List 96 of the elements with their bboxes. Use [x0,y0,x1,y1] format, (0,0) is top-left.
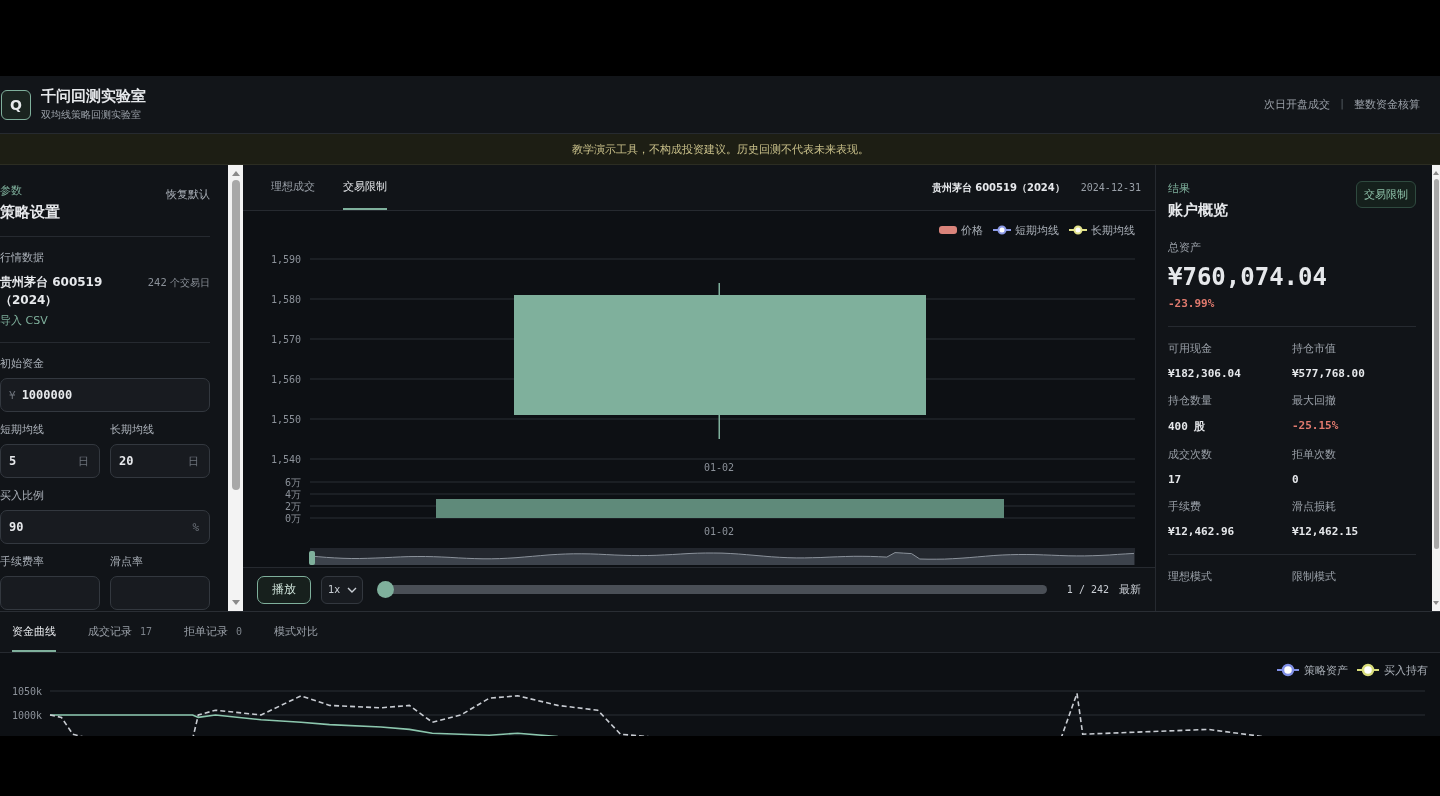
stat-label: 手续费 [1168,499,1202,514]
position-counter: 1 / 242 [1066,584,1109,595]
field-label: 手续费率 [0,554,45,569]
dataset-name: 贵州茅台 600519（2024） [0,274,104,309]
field-label: 初始资金 [0,356,45,371]
legend-line-icon[interactable] [1069,225,1087,235]
field-label: 滑点率 [110,554,144,569]
tab[interactable]: 模式对比 [274,612,319,652]
axis-tick-label: 1,560 [270,374,301,385]
axis-tick-label: 6万 [284,477,301,488]
axis-tick-label: 1,550 [270,414,301,425]
panel-title: 策略设置 [0,203,60,222]
stat-value: 0 [1292,473,1300,486]
caret-icon [347,586,357,593]
mode-heading: 理想模式 [1168,569,1213,584]
axis-tick-label: 1,580 [270,294,301,305]
latest-button[interactable]: 最新 [1119,582,1141,597]
legend-label[interactable]: 价格 [961,222,983,238]
input-field[interactable] [0,576,100,610]
legend-label[interactable]: 买入持有 [1384,662,1428,678]
input-field[interactable]: 5 日 [0,444,100,478]
legend-label[interactable]: 长期均线 [1091,222,1135,238]
arrow-down-icon[interactable] [1433,601,1439,606]
timeline-slider-thumb[interactable] [377,581,394,598]
return-percent: -23.99% [1168,297,1216,310]
speed-select[interactable]: 1x [321,575,363,604]
stat-value: ¥12,462.96 [1168,525,1236,538]
stat-value: ¥12,462.15 [1292,525,1360,538]
arrow-up-icon[interactable] [1433,170,1439,175]
stat-value: 400 股 [1168,419,1207,434]
tab[interactable]: 成交记录 17 [88,612,153,652]
total-assets-value: ¥760,074.04 [1168,263,1328,291]
legend-line-icon[interactable] [993,225,1011,235]
scrollbar[interactable] [228,165,243,611]
stat-label: 总资产 [1168,240,1202,255]
field-label: 长期均线 [110,422,155,437]
mode-heading: 限制模式 [1292,569,1337,584]
tab[interactable]: 交易限制 [343,165,387,210]
app-title: 千问回测实验室 [41,87,146,106]
section-label: 参数 [0,183,23,198]
logo-badge: Q [1,89,31,120]
stat-value: 17 [1168,473,1183,486]
panel-title: 账户概览 [1168,201,1228,220]
axis-tick-label: 1,540 [270,454,301,465]
stat-label: 可用现金 [1168,341,1213,356]
legend-line-icon[interactable] [1356,663,1380,677]
stat-label: 持仓数量 [1168,393,1213,408]
legend-swatch-icon[interactable] [939,225,957,235]
header-option: 次日开盘成交 [1264,97,1331,112]
arrow-down-icon[interactable] [231,600,240,606]
date-label: 2024-12-31 [1080,182,1141,193]
axis-tick-label: 1000k [11,710,42,721]
input-field[interactable]: 90 % [0,510,210,544]
axis-tick-label: 01-02 [703,526,735,537]
stat-value: -25.15% [1292,419,1340,432]
legend-label[interactable]: 策略资产 [1304,662,1348,678]
axis-tick-label: 2万 [284,501,301,512]
input-field[interactable] [110,576,210,610]
tab[interactable]: 拒单记录 0 [184,612,243,652]
legend-line-icon[interactable] [1276,663,1300,677]
trading-day-count: 242 个交易日 [147,276,210,290]
stat-label: 成交次数 [1168,447,1213,462]
import-csv-link[interactable]: 导入 CSV [0,313,210,328]
app-subtitle: 双均线策略回测实验室 [41,108,142,122]
legend-label[interactable]: 短期均线 [1015,222,1059,238]
axis-tick-label: 1050k [11,687,42,697]
mode-badge: 交易限制 [1356,181,1416,208]
header-option: 整数资金核算 [1354,97,1420,112]
axis-tick-label: 4万 [284,489,301,500]
reset-button[interactable]: 恢复默认 [166,187,210,202]
scrollbar[interactable] [1432,165,1440,611]
tab[interactable]: 资金曲线 [12,612,56,652]
range-handle[interactable] [309,551,315,565]
input-field[interactable]: ¥ 1000000 [0,378,210,412]
tab[interactable]: 理想成交 [271,165,315,210]
arrow-up-icon[interactable] [231,170,240,176]
field-label: 短期均线 [0,422,45,437]
axis-tick-label: 0万 [284,513,301,524]
stat-label: 滑点损耗 [1292,499,1337,514]
axis-tick-label: 1,570 [270,334,301,345]
section-label: 结果 [1168,181,1191,196]
input-field[interactable]: 20 日 [110,444,210,478]
separator: | [1340,97,1344,112]
disclaimer-banner: 教学演示工具，不构成投资建议。历史回测不代表未来表现。 [0,134,1440,165]
axis-tick-label: 1,590 [270,254,301,265]
candlestick[interactable] [514,283,926,439]
instrument-name: 贵州茅台 600519（2024） [931,180,1065,195]
stat-label: 最大回撤 [1292,393,1337,408]
stat-value: ¥577,768.00 [1292,367,1366,380]
field-label: 买入比例 [0,488,45,503]
axis-tick-label: 01-02 [703,462,735,473]
stat-label: 持仓市值 [1292,341,1337,356]
stat-value: ¥182,306.04 [1168,367,1242,380]
field-label: 行情数据 [0,250,45,265]
play-button[interactable]: 播放 [257,575,311,604]
stat-label: 拒单次数 [1292,447,1337,462]
